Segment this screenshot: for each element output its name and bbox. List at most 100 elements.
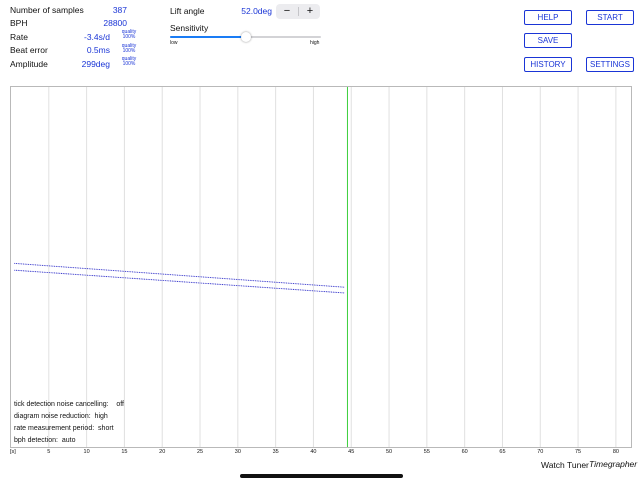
data-point [93,275,95,277]
data-point [189,281,191,283]
data-point [261,286,263,288]
data-point [54,265,56,267]
data-point [232,278,234,280]
data-point [40,264,42,266]
data-point [142,272,144,274]
data-point [36,271,38,273]
data-point [159,279,161,281]
data-point [215,277,217,279]
data-point [242,285,244,287]
data-point [80,267,82,269]
settings-button[interactable]: SETTINGS [586,57,634,72]
help-button[interactable]: HELP [524,10,572,25]
info-value: auto [61,437,76,444]
x-tick-label: 30 [234,449,241,455]
data-point [209,283,211,285]
data-point [48,272,50,274]
data-point [119,270,121,272]
data-point [152,279,154,281]
data-point [327,285,329,287]
x-tick-label: 65 [499,449,506,455]
data-point [241,285,243,287]
data-point [90,268,92,270]
data-point [62,273,64,275]
slider-thumb[interactable] [240,32,251,42]
data-point [176,280,179,283]
data-point [47,265,49,267]
data-point [145,272,147,274]
data-point [183,275,185,277]
data-point [105,276,108,278]
data-point [81,274,83,276]
data-point [341,292,343,294]
increment-button[interactable]: + [299,4,321,19]
decrement-button[interactable]: − [276,4,298,19]
data-point [86,268,89,270]
info-label: rate measurement period: [14,425,95,432]
data-point [322,290,324,293]
data-point [71,266,73,269]
data-point [187,281,189,283]
data-point [73,273,75,275]
data-point [176,274,179,276]
data-point [213,277,215,279]
data-point [45,271,47,273]
data-point [50,272,52,274]
data-point [277,287,279,289]
data-point [301,289,303,291]
data-point [22,263,24,265]
data-point [107,269,109,271]
data-point [239,279,241,281]
data-point [249,279,251,281]
data-point [55,272,57,274]
data-point [337,286,340,288]
data-point [116,276,118,278]
data-point [244,285,246,287]
data-point [325,285,327,287]
data-point [322,285,324,287]
amplitude-quality-value: 100% [122,61,136,67]
data-point [41,264,44,266]
data-point [273,287,275,289]
data-point [237,285,239,287]
data-point [83,274,85,276]
data-point [258,280,260,282]
data-point [147,278,149,280]
data-point [284,288,286,290]
data-point [221,284,224,286]
data-point [311,284,314,286]
data-point [57,265,59,268]
start-button[interactable]: START [586,10,634,25]
data-point [157,273,160,275]
data-point [254,280,256,282]
data-point [57,272,59,274]
history-button[interactable]: HISTORY [524,57,572,72]
data-point [202,276,205,278]
data-point [171,280,173,282]
data-point [201,276,203,278]
data-point [55,265,57,267]
data-point [227,278,229,280]
data-point [201,282,203,284]
data-point [142,278,144,280]
save-button[interactable]: SAVE [524,33,572,48]
sensitivity-slider[interactable] [170,32,321,42]
data-point [325,291,327,293]
data-point [223,284,225,286]
data-point [131,277,134,279]
data-point [137,271,139,273]
data-point [211,283,213,285]
data-point [275,281,277,283]
data-point [64,273,66,275]
data-point [310,284,312,286]
data-point [19,263,21,265]
lift-angle-stepper[interactable]: − + [276,4,320,19]
data-point [126,277,128,279]
data-point [298,283,300,285]
data-point [154,279,156,281]
data-point [33,271,35,273]
data-point [116,270,118,272]
rate-label: Rate [10,32,28,42]
home-indicator[interactable] [240,474,403,478]
info-label: diagram noise reduction: [14,413,91,420]
